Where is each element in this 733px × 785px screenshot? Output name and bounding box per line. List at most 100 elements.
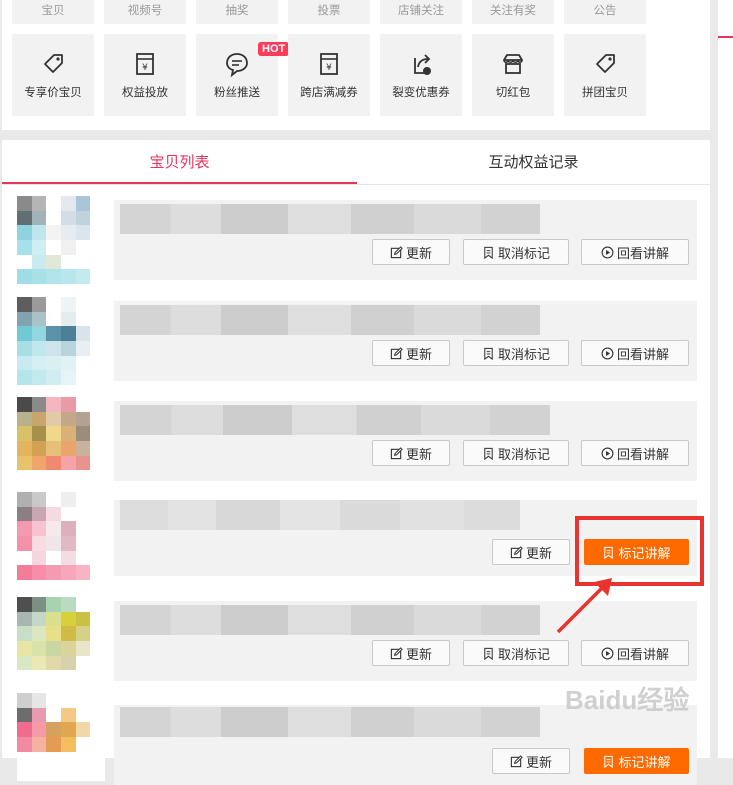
top-tool-label: 投票 [317, 3, 341, 17]
svg-text:¥: ¥ [142, 63, 148, 73]
tool-red-packet[interactable]: 切红包 [472, 34, 554, 116]
tool-label: 跨店满减券 [300, 85, 358, 99]
tag-icon [596, 54, 615, 73]
svg-text:¥: ¥ [326, 63, 332, 73]
top-tool-6[interactable]: 关注有奖 [472, 0, 554, 24]
top-tool-label: 关注有奖 [490, 3, 536, 17]
update-label: 更新 [525, 755, 552, 771]
tab-item-list[interactable]: 宝贝列表 [2, 140, 357, 184]
right-panel-edge [718, 0, 733, 758]
active-tab-underline [2, 182, 357, 184]
mark-label: 标记讲解 [618, 755, 671, 771]
tool-label: 裂变优惠券 [392, 85, 450, 99]
product-thumbnail [17, 693, 105, 781]
unmark-button[interactable]: 取消标记 [463, 440, 569, 466]
share-coupon-icon [414, 54, 431, 75]
update-label: 更新 [405, 647, 432, 663]
tool-benefit-delivery[interactable]: ¥ 权益投放 [104, 34, 186, 116]
replay-button[interactable]: 回看讲解 [581, 440, 689, 466]
mark-explain-button[interactable]: 标记讲解 [584, 748, 689, 774]
play-circle-icon [601, 347, 614, 359]
top-tool-label: 宝贝 [41, 3, 65, 17]
tool-viral-coupon[interactable]: 裂变优惠券 [380, 34, 462, 116]
edit-icon [390, 646, 403, 659]
replay-button[interactable]: 回看讲解 [581, 340, 689, 366]
top-tool-label: 抽奖 [225, 3, 249, 17]
list-item: 更新 取消标记 回看讲解 [14, 397, 697, 485]
unmark-button[interactable]: 取消标记 [463, 239, 569, 265]
unmark-label: 取消标记 [497, 647, 550, 663]
top-tool-2[interactable]: 视频号 [104, 0, 186, 24]
edit-icon [390, 245, 403, 258]
tools-panel: 宝贝 视频号 抽奖 投票 店铺关注 关注有奖 公告 专享价宝贝 ¥ 权益投放 H… [2, 0, 710, 130]
list-item: 更新 取消标记 回看讲解 [14, 196, 697, 284]
top-tool-1[interactable]: 宝贝 [12, 0, 94, 24]
chat-bubble-icon [226, 53, 248, 78]
tool-group-buy[interactable]: 拼团宝贝 [564, 34, 646, 116]
tool-label: 拼团宝贝 [582, 85, 628, 99]
update-button[interactable]: 更新 [372, 640, 450, 666]
top-tool-3[interactable]: 抽奖 [196, 0, 278, 24]
tab-bar: 宝贝列表 互动权益记录 [2, 140, 710, 185]
product-thumbnail [17, 492, 105, 580]
replay-label: 回看讲解 [616, 647, 669, 663]
replay-label: 回看讲解 [616, 246, 669, 262]
replay-button[interactable]: 回看讲解 [581, 239, 689, 265]
update-label: 更新 [405, 246, 432, 262]
update-button[interactable]: 更新 [492, 748, 570, 774]
product-title-blurred [120, 204, 540, 234]
hot-badge: HOT [258, 42, 290, 56]
update-button[interactable]: 更新 [372, 239, 450, 265]
play-circle-icon [601, 246, 614, 258]
product-title-blurred [120, 405, 550, 435]
product-thumbnail [17, 196, 105, 284]
update-button[interactable]: 更新 [372, 340, 450, 366]
play-circle-icon [601, 647, 614, 659]
update-button[interactable]: 更新 [492, 539, 570, 565]
tool-exclusive-price[interactable]: 专享价宝贝 [12, 34, 94, 116]
update-label: 更新 [405, 347, 432, 363]
unmark-button[interactable]: 取消标记 [463, 340, 569, 366]
edit-icon [390, 346, 403, 359]
unmark-button[interactable]: 取消标记 [463, 640, 569, 666]
list-item: 更新 取消标记 回看讲解 [14, 297, 697, 385]
product-thumbnail [17, 297, 105, 385]
tag-icon [44, 54, 63, 73]
replay-button[interactable]: 回看讲解 [581, 640, 689, 666]
product-title-blurred [120, 500, 520, 530]
update-label: 更新 [405, 447, 432, 463]
top-tool-4[interactable]: 投票 [288, 0, 370, 24]
replay-label: 回看讲解 [616, 347, 669, 363]
bookmark-icon [604, 755, 614, 768]
annotation-arrow-icon [556, 578, 612, 634]
tab-interaction-records[interactable]: 互动权益记录 [357, 140, 710, 184]
unmark-label: 取消标记 [497, 246, 550, 262]
bookmark-icon [484, 647, 493, 660]
top-tool-7[interactable]: 公告 [564, 0, 646, 24]
tool-fan-push[interactable]: HOT 粉丝推送 [196, 34, 290, 116]
tool-cross-store-coupon[interactable]: ¥ 跨店满减券 [288, 34, 370, 116]
tool-label: 粉丝推送 [214, 85, 260, 99]
product-thumbnail [17, 397, 105, 485]
play-circle-icon [601, 447, 614, 459]
tool-label: 权益投放 [122, 85, 168, 99]
store-icon [503, 54, 523, 74]
product-title-blurred [120, 707, 540, 737]
edit-icon [390, 446, 403, 459]
bookmark-icon [484, 347, 493, 360]
yen-box-icon: ¥ [320, 53, 338, 75]
top-tool-label: 店铺关注 [398, 3, 444, 17]
top-tool-label: 公告 [593, 3, 617, 17]
top-tool-5[interactable]: 店铺关注 [380, 0, 462, 24]
product-thumbnail [17, 597, 105, 685]
edit-icon [510, 754, 523, 767]
tool-label: 专享价宝贝 [24, 85, 82, 99]
yen-box-icon: ¥ [136, 53, 154, 75]
item-list-panel: 宝贝列表 互动权益记录 更新 取消标记 回看讲解 更新 取消标记 回看讲解 更新… [2, 140, 710, 785]
unmark-label: 取消标记 [497, 347, 550, 363]
update-button[interactable]: 更新 [372, 440, 450, 466]
product-title-blurred [120, 305, 540, 335]
top-tool-label: 视频号 [127, 3, 163, 17]
unmark-label: 取消标记 [497, 447, 550, 463]
replay-label: 回看讲解 [616, 447, 669, 463]
